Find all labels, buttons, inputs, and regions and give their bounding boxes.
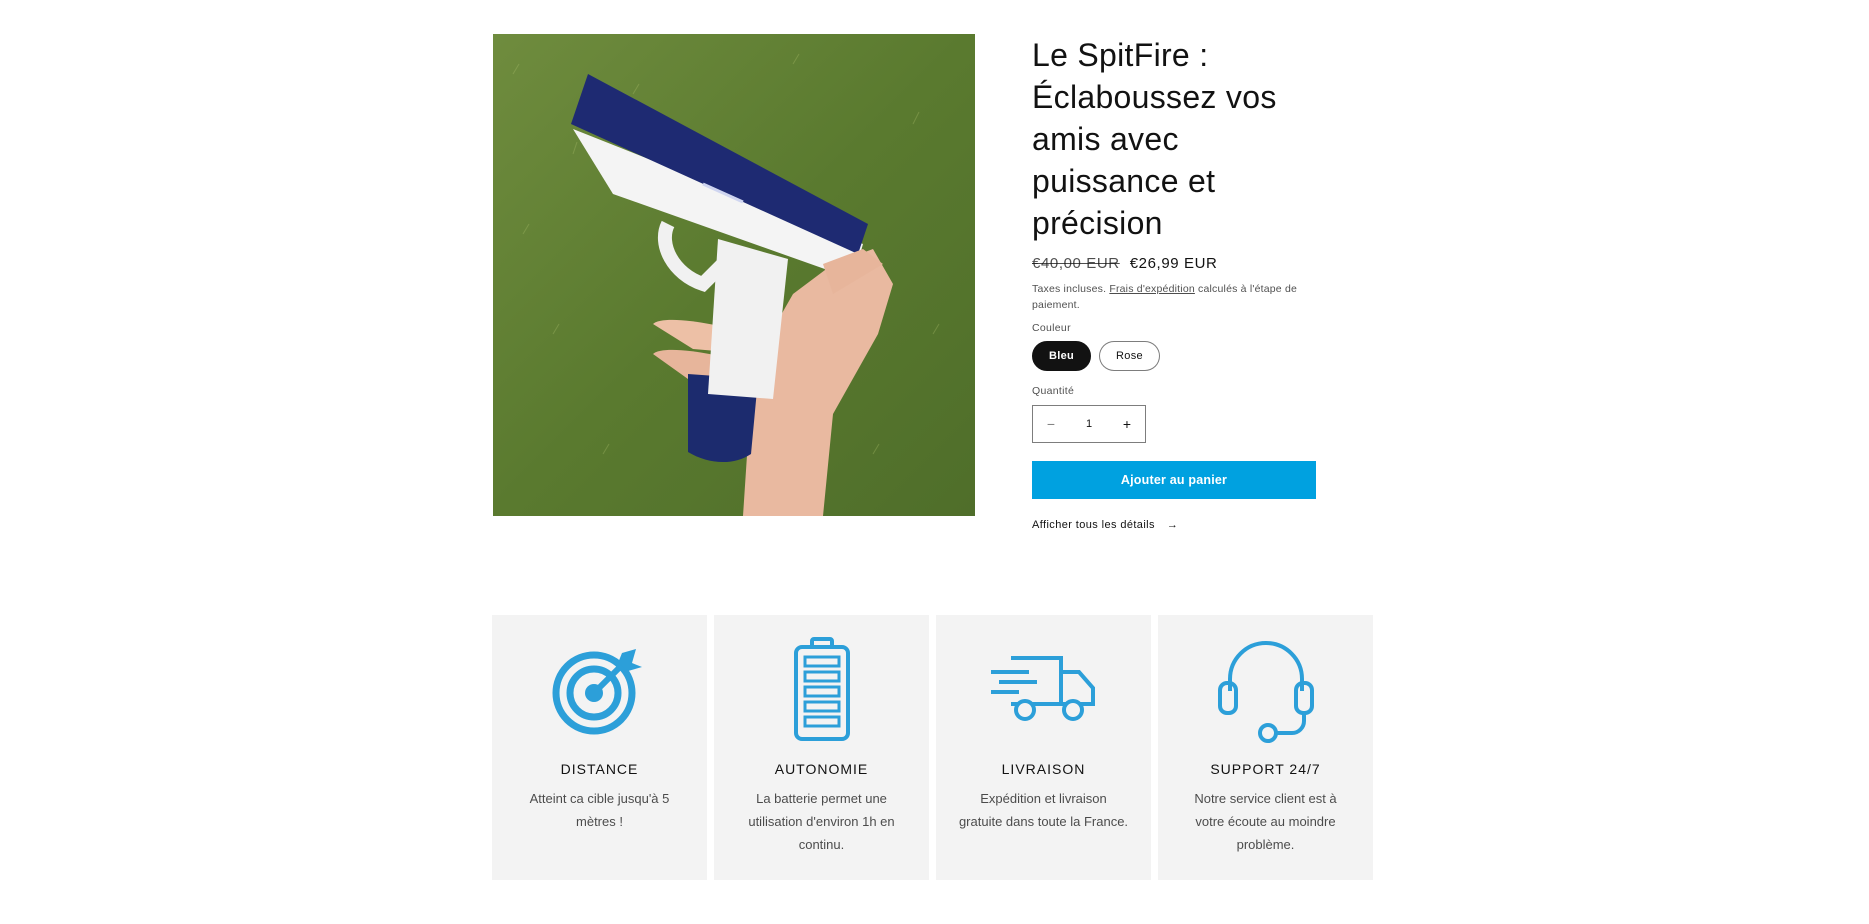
water-pistol-photo xyxy=(493,34,975,516)
shipping-link[interactable]: Frais d'expédition xyxy=(1109,283,1195,295)
product-title: Le SpitFire : Éclaboussez vos amis avec … xyxy=(1032,37,1277,241)
quantity-input[interactable]: 1 xyxy=(1071,418,1107,430)
feature-title: LIVRAISON xyxy=(1001,761,1086,777)
feature-text: Notre service client est à votre écoute … xyxy=(1194,791,1337,852)
color-label: Couleur xyxy=(1032,322,1071,334)
product-image[interactable] xyxy=(493,34,975,516)
feature-title: AUTONOMIE xyxy=(774,761,869,777)
color-option-bleu[interactable]: Bleu xyxy=(1032,341,1092,371)
features-section: DISTANCE Atteint ca cible jusqu'à 5 mètr… xyxy=(492,615,1373,880)
view-details-link[interactable]: Afficher tous les détails → xyxy=(1032,519,1317,531)
feature-card: SUPPORT 24/7 Notre service client est à … xyxy=(1158,615,1373,880)
sale-price: €26,99 EUR xyxy=(1129,255,1218,272)
target-icon xyxy=(552,649,642,735)
feature-title: SUPPORT 24/7 xyxy=(1210,761,1321,777)
feature-card: DISTANCE Atteint ca cible jusqu'à 5 mètr… xyxy=(492,615,707,880)
tax-prefix: Taxes incluses. xyxy=(1032,283,1110,295)
price: €40,00 EUR €26,99 EUR xyxy=(1032,255,1317,272)
feature-text: La batterie permet une utilisation d'env… xyxy=(748,791,895,852)
quantity-label: Quantité xyxy=(1032,385,1075,397)
feature-title: DISTANCE xyxy=(560,761,639,777)
quantity-decrease-button[interactable]: − xyxy=(1033,416,1069,432)
feature-text: Atteint ca cible jusqu'à 5 mètres ! xyxy=(529,791,670,829)
compare-at-price: €40,00 EUR xyxy=(1032,255,1120,272)
arrow-right-icon: → xyxy=(1166,519,1179,531)
quantity-increase-button[interactable]: + xyxy=(1109,416,1145,432)
product-info: Le SpitFire : Éclaboussez vos amis avec … xyxy=(1032,34,1317,531)
feature-text: Expédition et livraison gratuite dans to… xyxy=(958,791,1129,829)
feature-card: LIVRAISON Expédition et livraison gratui… xyxy=(936,615,1151,880)
color-options: Bleu Rose xyxy=(1032,341,1317,371)
tax-note: Taxes incluses. Frais d'expédition calcu… xyxy=(1032,281,1317,313)
view-details-label: Afficher tous les détails xyxy=(1032,519,1155,531)
headset-icon xyxy=(1217,641,1314,743)
battery-icon xyxy=(793,637,850,741)
color-option-rose[interactable]: Rose xyxy=(1099,341,1160,371)
add-to-cart-button[interactable]: Ajouter au panier xyxy=(1032,461,1316,499)
delivery-truck-icon xyxy=(990,656,1095,721)
quantity-stepper: − 1 + xyxy=(1032,405,1146,443)
feature-card: AUTONOMIE La batterie permet une utilisa… xyxy=(714,615,929,880)
